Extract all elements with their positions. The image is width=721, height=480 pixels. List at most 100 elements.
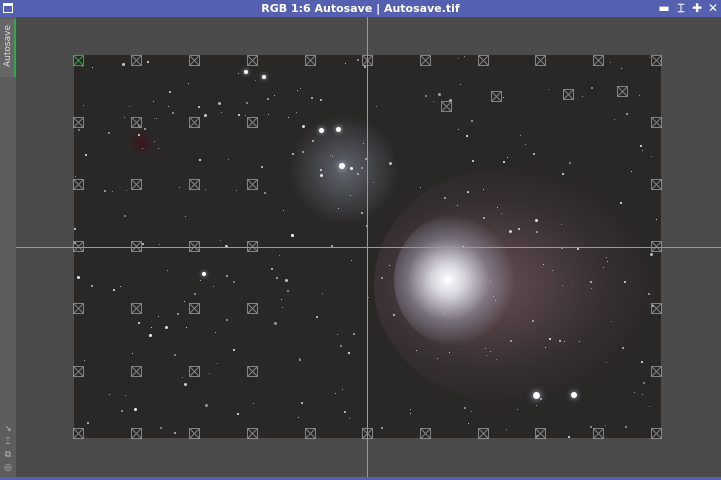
minimize-button[interactable]: ▬ (657, 0, 671, 17)
star (286, 290, 289, 293)
star (137, 133, 140, 136)
sample-marker[interactable] (73, 428, 84, 439)
sample-marker[interactable] (305, 428, 316, 439)
star (198, 159, 201, 162)
star (147, 60, 149, 63)
star (591, 287, 593, 289)
star (181, 376, 183, 378)
sample-marker[interactable] (189, 179, 200, 190)
image-viewport[interactable] (16, 17, 721, 477)
bright-star (336, 127, 341, 132)
star (495, 358, 497, 360)
sample-marker[interactable] (563, 89, 574, 100)
star (485, 354, 487, 356)
star (124, 395, 126, 397)
sample-marker[interactable] (73, 117, 84, 128)
star (631, 171, 633, 173)
star (656, 218, 658, 220)
sample-marker[interactable] (478, 55, 489, 66)
sample-marker[interactable] (131, 428, 142, 439)
sample-marker[interactable] (420, 428, 431, 439)
close-button[interactable]: ✕ (706, 0, 720, 17)
sample-marker[interactable] (593, 55, 604, 66)
sample-marker[interactable] (651, 428, 662, 439)
star (290, 233, 294, 237)
sample-marker[interactable] (131, 303, 142, 314)
star (138, 322, 141, 325)
star (610, 62, 612, 64)
sample-marker[interactable] (73, 55, 84, 66)
sample-marker[interactable] (651, 366, 662, 377)
sample-marker[interactable] (593, 428, 604, 439)
sample-marker[interactable] (247, 303, 258, 314)
star (205, 189, 207, 191)
sample-marker[interactable] (420, 55, 431, 66)
sample-marker[interactable] (305, 55, 316, 66)
clone-icon[interactable]: ⧉ (3, 450, 13, 460)
sample-marker[interactable] (491, 91, 502, 102)
sample-marker[interactable] (651, 117, 662, 128)
sample-marker[interactable] (441, 101, 452, 112)
fit-icon[interactable]: ↘ (3, 424, 13, 434)
star (591, 86, 594, 89)
star (299, 88, 301, 90)
star (624, 280, 627, 283)
sample-marker[interactable] (247, 428, 258, 439)
star (535, 230, 538, 233)
star (482, 189, 484, 191)
star (458, 57, 460, 59)
sample-marker[interactable] (617, 86, 628, 97)
star (92, 66, 94, 68)
sample-marker[interactable] (478, 428, 489, 439)
star (205, 404, 208, 408)
tab-label: Autosave (3, 25, 13, 67)
sample-marker[interactable] (247, 55, 258, 66)
sample-marker[interactable] (189, 428, 200, 439)
sample-marker[interactable] (131, 55, 142, 66)
sample-marker[interactable] (651, 55, 662, 66)
star (168, 91, 171, 94)
star (349, 166, 353, 170)
sample-marker[interactable] (247, 366, 258, 377)
star (362, 143, 364, 145)
shade-button[interactable]: ⌶ (674, 0, 688, 17)
sample-marker[interactable] (73, 366, 84, 377)
window-icon[interactable] (3, 3, 13, 13)
sample-marker[interactable] (73, 179, 84, 190)
sample-marker[interactable] (189, 117, 200, 128)
star (253, 402, 255, 404)
sample-marker[interactable] (247, 117, 258, 128)
star (158, 148, 160, 150)
star (582, 96, 584, 98)
sample-marker[interactable] (189, 55, 200, 66)
star (368, 297, 370, 299)
view-tab-autosave[interactable]: Autosave (0, 19, 16, 77)
star (174, 353, 177, 356)
horizontal-guide (16, 247, 721, 248)
star (281, 298, 283, 300)
star (589, 280, 592, 283)
star (153, 140, 155, 142)
sample-marker[interactable] (131, 179, 142, 190)
sample-marker[interactable] (535, 55, 546, 66)
sample-marker[interactable] (247, 179, 258, 190)
title-bar: RGB 1:6 Autosave | Autosave.tif ▬ ⌶ ✚ ✕ (0, 0, 721, 17)
star (320, 99, 322, 102)
sample-marker[interactable] (189, 366, 200, 377)
star (560, 223, 562, 225)
bright-star (244, 70, 248, 74)
sample-marker[interactable] (651, 179, 662, 190)
zoom-icon[interactable]: ⌶ (3, 437, 13, 447)
sample-marker[interactable] (131, 366, 142, 377)
sample-marker[interactable] (189, 303, 200, 314)
sample-marker[interactable] (73, 303, 84, 314)
maximize-button[interactable]: ✚ (690, 0, 704, 17)
sample-marker[interactable] (651, 303, 662, 314)
target-icon[interactable]: ◎ (3, 463, 13, 473)
star (83, 359, 85, 361)
star (492, 296, 494, 298)
star (463, 406, 466, 409)
sample-marker[interactable] (131, 117, 142, 128)
sample-marker[interactable] (535, 428, 546, 439)
star (193, 292, 196, 295)
